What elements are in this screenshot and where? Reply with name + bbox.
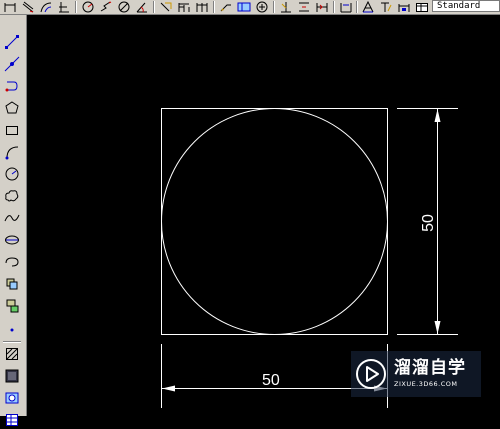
region-icon[interactable] xyxy=(3,389,21,407)
ordinate-icon[interactable] xyxy=(56,0,72,13)
text-style-icon[interactable] xyxy=(360,0,376,13)
dimension-match-icon[interactable] xyxy=(396,0,412,13)
revision-cloud-icon[interactable] xyxy=(3,187,21,205)
vertical-dimension-text[interactable]: 50 xyxy=(420,212,438,234)
ellipse-arc-icon[interactable] xyxy=(3,253,21,271)
vertical-arrow-top xyxy=(434,109,441,122)
horizontal-arrow-left xyxy=(162,385,175,392)
circle-outline[interactable] xyxy=(161,108,388,335)
watermark-url: ZIXUE.3D66.COM xyxy=(394,380,458,388)
polyline-icon[interactable] xyxy=(3,77,21,95)
circle-icon[interactable] xyxy=(3,165,21,183)
jogged-icon[interactable] xyxy=(98,0,114,13)
watermark-title: 溜溜自学 xyxy=(394,358,466,378)
ellipse-icon[interactable] xyxy=(3,231,21,249)
dimension-toolbar: Standard xyxy=(0,0,500,15)
spline-icon[interactable] xyxy=(3,209,21,227)
continue-icon[interactable] xyxy=(194,0,210,13)
leader-icon[interactable] xyxy=(218,0,234,13)
dimension-style-icon[interactable] xyxy=(338,0,354,13)
tolerance-icon[interactable] xyxy=(236,0,252,13)
linear-dimension-icon[interactable] xyxy=(2,0,18,13)
arc-length-icon[interactable] xyxy=(38,0,54,13)
vertical-arrow-bottom xyxy=(434,321,441,334)
table-icon[interactable] xyxy=(3,411,21,429)
construction-line-icon[interactable] xyxy=(3,55,21,73)
dimension-update-icon[interactable] xyxy=(314,0,330,13)
horizontal-dimension-text[interactable]: 50 xyxy=(262,372,280,390)
baseline-icon[interactable] xyxy=(176,0,192,13)
draw-toolbar xyxy=(0,15,27,426)
rectangle-icon[interactable] xyxy=(3,121,21,139)
aligned-dimension-icon[interactable] xyxy=(20,0,36,13)
insert-block-icon[interactable] xyxy=(3,275,21,293)
radius-icon[interactable] xyxy=(80,0,96,13)
table-style-icon[interactable] xyxy=(414,0,430,13)
quick-dimension-icon[interactable] xyxy=(158,0,174,13)
point-icon[interactable] xyxy=(3,319,21,337)
angular-icon[interactable] xyxy=(134,0,150,13)
make-block-icon[interactable] xyxy=(3,297,21,315)
dimension-edit-icon[interactable] xyxy=(278,0,294,13)
center-mark-icon[interactable] xyxy=(254,0,270,13)
square-outline[interactable] xyxy=(161,108,388,335)
dimension-text-edit-icon[interactable] xyxy=(296,0,312,13)
edit-text-icon[interactable] xyxy=(378,0,394,13)
text-style-select[interactable]: Standard xyxy=(432,0,500,12)
arc-icon[interactable] xyxy=(3,143,21,161)
line-icon[interactable] xyxy=(3,33,21,51)
polygon-icon[interactable] xyxy=(3,99,21,117)
hatch-icon[interactable] xyxy=(3,345,21,363)
diameter-icon[interactable] xyxy=(116,0,132,13)
gradient-icon[interactable] xyxy=(3,367,21,385)
